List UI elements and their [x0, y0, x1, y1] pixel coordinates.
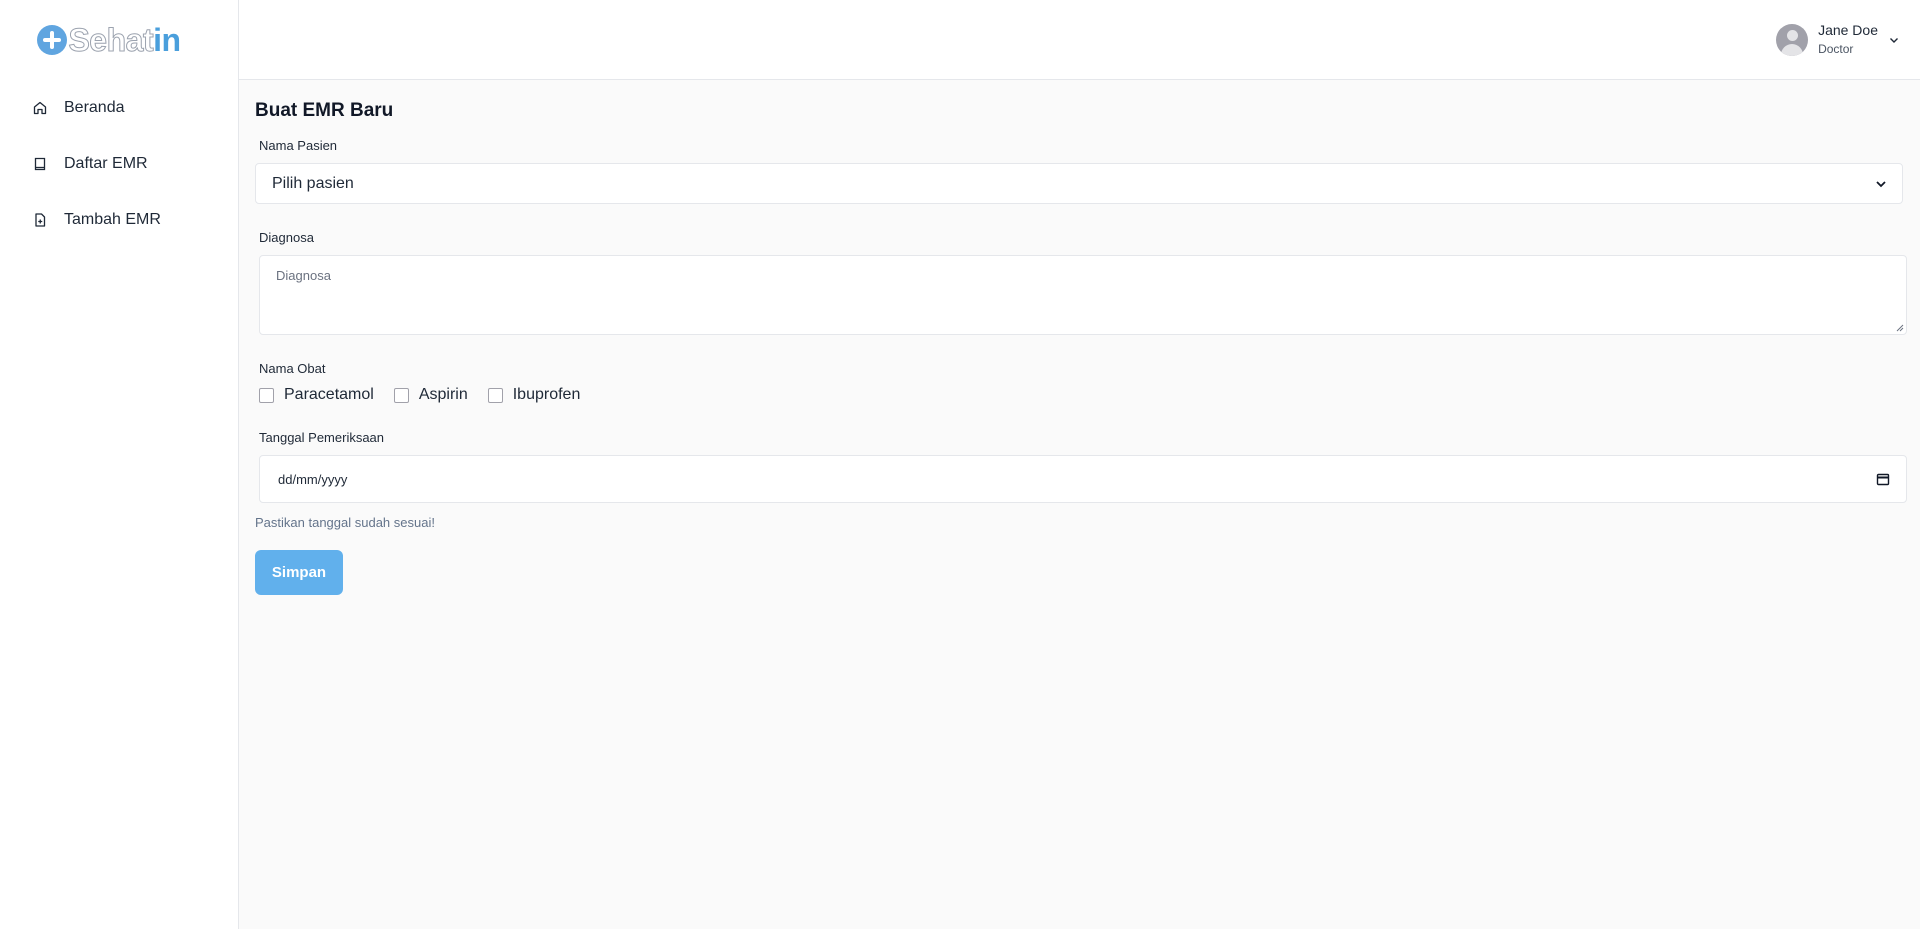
medicine-checkbox-group: Paracetamol Aspirin Ibuprofen	[259, 386, 1908, 404]
diagnosis-label: Diagnosa	[259, 230, 314, 245]
resize-handle-icon[interactable]	[1894, 322, 1904, 332]
sidebar-item-label: Beranda	[64, 99, 125, 116]
chevron-down-icon	[1890, 37, 1898, 43]
user-role: Doctor	[1818, 42, 1854, 57]
sidebar-item-label: Daftar EMR	[64, 155, 148, 172]
date-helper-text: Pastikan tanggal sudah sesuai!	[255, 515, 435, 530]
home-icon	[32, 100, 48, 116]
chevron-down-icon	[1876, 180, 1886, 187]
medicine-checkbox-aspirin[interactable]: Aspirin	[393, 386, 468, 404]
medicine-label: Nama Obat	[259, 361, 326, 376]
checkbox[interactable]	[393, 387, 409, 403]
logo[interactable]: Sehatin	[0, 0, 238, 80]
topbar: Jane Doe Doctor	[239, 0, 1920, 80]
patient-select-value: Pilih pasien	[272, 174, 354, 192]
book-icon	[32, 156, 48, 172]
avatar	[1776, 23, 1809, 56]
checkbox-label: Paracetamol	[284, 386, 374, 403]
checkbox-label: Ibuprofen	[512, 386, 581, 403]
checkbox-label: Aspirin	[418, 386, 468, 403]
sidebar-item-tambah-emr[interactable]: Tambah EMR	[0, 192, 238, 248]
patient-label: Nama Pasien	[259, 138, 338, 153]
medicine-checkbox-ibuprofen[interactable]: Ibuprofen	[487, 386, 581, 404]
date-placeholder: dd/mm/yyyy	[278, 471, 348, 487]
user-menu[interactable]: Jane Doe Doctor	[1776, 22, 1900, 58]
date-input[interactable]: dd/mm/yyyy	[259, 455, 1907, 503]
sidebar: Sehatin Beranda Daftar EMR Tambah EMR	[0, 0, 239, 929]
calendar-icon[interactable]	[1876, 472, 1890, 486]
app-root: Sehatin Beranda Daftar EMR Tambah EMR Ja…	[0, 0, 1920, 929]
emr-form: Buat EMR Baru Nama Pasien Pilih pasien D…	[239, 80, 1920, 595]
sidebar-nav: Beranda Daftar EMR Tambah EMR	[0, 80, 238, 248]
medical-cross-icon	[37, 25, 68, 55]
user-info: Jane Doe Doctor	[1818, 22, 1878, 58]
brand-name: Sehatin	[68, 22, 181, 58]
sidebar-item-label: Tambah EMR	[64, 211, 161, 228]
diagnosis-placeholder: Diagnosa	[276, 268, 331, 283]
diagnosis-textarea[interactable]: Diagnosa	[259, 255, 1907, 335]
medicine-checkbox-paracetamol[interactable]: Paracetamol	[259, 386, 374, 404]
main-area: Jane Doe Doctor Buat EMR Baru Nama Pasie…	[239, 0, 1920, 929]
patient-select[interactable]: Pilih pasien	[255, 163, 1903, 204]
save-button[interactable]: Simpan	[255, 550, 343, 595]
checkbox[interactable]	[259, 387, 274, 403]
user-name: Jane Doe	[1818, 21, 1878, 38]
file-plus-icon	[32, 212, 48, 228]
date-label: Tanggal Pemeriksaan	[259, 430, 385, 445]
sidebar-item-beranda[interactable]: Beranda	[0, 80, 238, 136]
page-title: Buat EMR Baru	[255, 100, 394, 121]
checkbox[interactable]	[487, 387, 503, 403]
sidebar-item-daftar-emr[interactable]: Daftar EMR	[0, 136, 238, 192]
